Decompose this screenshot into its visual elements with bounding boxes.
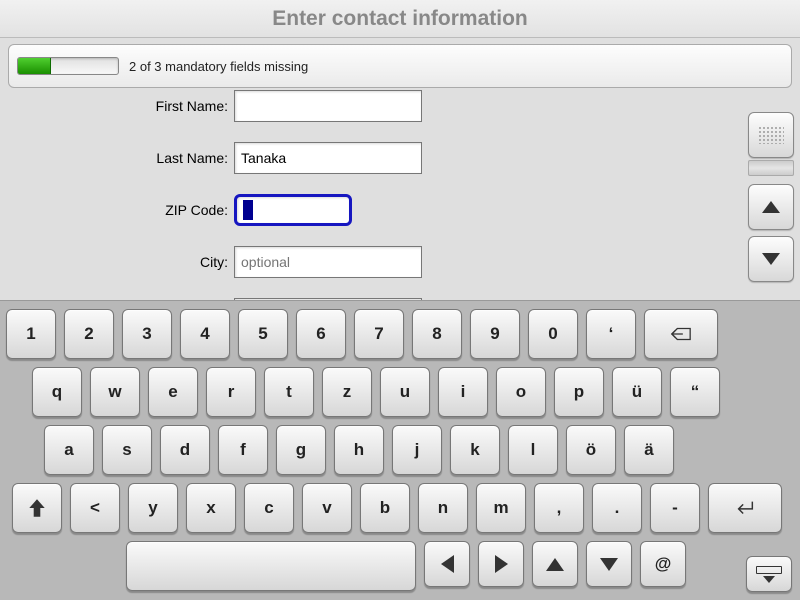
key-1[interactable]: 1 (6, 309, 56, 359)
speaker-button[interactable] (748, 112, 794, 158)
key-r[interactable]: r (206, 367, 256, 417)
key-5[interactable]: 5 (238, 309, 288, 359)
arrow-right-key[interactable] (478, 541, 524, 587)
key-g[interactable]: g (276, 425, 326, 475)
first-name-label: First Name: (0, 98, 234, 114)
zip-input[interactable] (234, 194, 352, 226)
key-6[interactable]: 6 (296, 309, 346, 359)
key-‘[interactable]: ‘ (586, 309, 636, 359)
key-l[interactable]: l (508, 425, 558, 475)
key-,[interactable]: , (534, 483, 584, 533)
key-q[interactable]: q (32, 367, 82, 417)
key-z[interactable]: z (322, 367, 372, 417)
key-o[interactable]: o (496, 367, 546, 417)
side-controls (748, 112, 794, 282)
key-u[interactable]: u (380, 367, 430, 417)
city-input[interactable] (234, 246, 422, 278)
key-w[interactable]: w (90, 367, 140, 417)
key-b[interactable]: b (360, 483, 410, 533)
status-bar: 2 of 3 mandatory fields missing (8, 44, 792, 88)
key-a[interactable]: a (44, 425, 94, 475)
key-<[interactable]: < (70, 483, 120, 533)
key-e[interactable]: e (148, 367, 198, 417)
progress-bar (17, 57, 119, 75)
key-4[interactable]: 4 (180, 309, 230, 359)
key-j[interactable]: j (392, 425, 442, 475)
key-d[interactable]: d (160, 425, 210, 475)
key-m[interactable]: m (476, 483, 526, 533)
at-key[interactable]: @ (640, 541, 686, 587)
key-i[interactable]: i (438, 367, 488, 417)
city-label: City: (0, 254, 234, 270)
key-v[interactable]: v (302, 483, 352, 533)
key-“[interactable]: “ (670, 367, 720, 417)
scroll-down-button[interactable] (748, 236, 794, 282)
key-3[interactable]: 3 (122, 309, 172, 359)
key-8[interactable]: 8 (412, 309, 462, 359)
key-h[interactable]: h (334, 425, 384, 475)
last-name-input[interactable] (234, 142, 422, 174)
key-y[interactable]: y (128, 483, 178, 533)
key-ö[interactable]: ö (566, 425, 616, 475)
progress-fill (18, 58, 51, 74)
key--[interactable]: - (650, 483, 700, 533)
status-text: 2 of 3 mandatory fields missing (129, 59, 308, 74)
zip-label: ZIP Code: (0, 202, 234, 218)
key-t[interactable]: t (264, 367, 314, 417)
key-7[interactable]: 7 (354, 309, 404, 359)
key-ä[interactable]: ä (624, 425, 674, 475)
arrow-up-key[interactable] (532, 541, 578, 587)
space-key[interactable] (126, 541, 416, 591)
side-divider (748, 160, 794, 176)
text-cursor (243, 200, 253, 220)
last-name-label: Last Name: (0, 150, 234, 166)
backspace-key[interactable] (644, 309, 718, 359)
enter-key[interactable] (708, 483, 782, 533)
key-ü[interactable]: ü (612, 367, 662, 417)
key-k[interactable]: k (450, 425, 500, 475)
hide-keyboard-button[interactable] (746, 556, 792, 592)
key-x[interactable]: x (186, 483, 236, 533)
key-f[interactable]: f (218, 425, 268, 475)
scroll-up-button[interactable] (748, 184, 794, 230)
first-name-input[interactable] (234, 90, 422, 122)
key-s[interactable]: s (102, 425, 152, 475)
key-c[interactable]: c (244, 483, 294, 533)
key-9[interactable]: 9 (470, 309, 520, 359)
key-0[interactable]: 0 (528, 309, 578, 359)
page-title: Enter contact information (0, 0, 800, 38)
arrow-left-key[interactable] (424, 541, 470, 587)
key-p[interactable]: p (554, 367, 604, 417)
arrow-down-key[interactable] (586, 541, 632, 587)
key-n[interactable]: n (418, 483, 468, 533)
key-.[interactable]: . (592, 483, 642, 533)
shift-key[interactable] (12, 483, 62, 533)
key-2[interactable]: 2 (64, 309, 114, 359)
on-screen-keyboard: 1234567890‘ qwertzuiopü“ asdfghjklöä <yx… (0, 300, 800, 600)
